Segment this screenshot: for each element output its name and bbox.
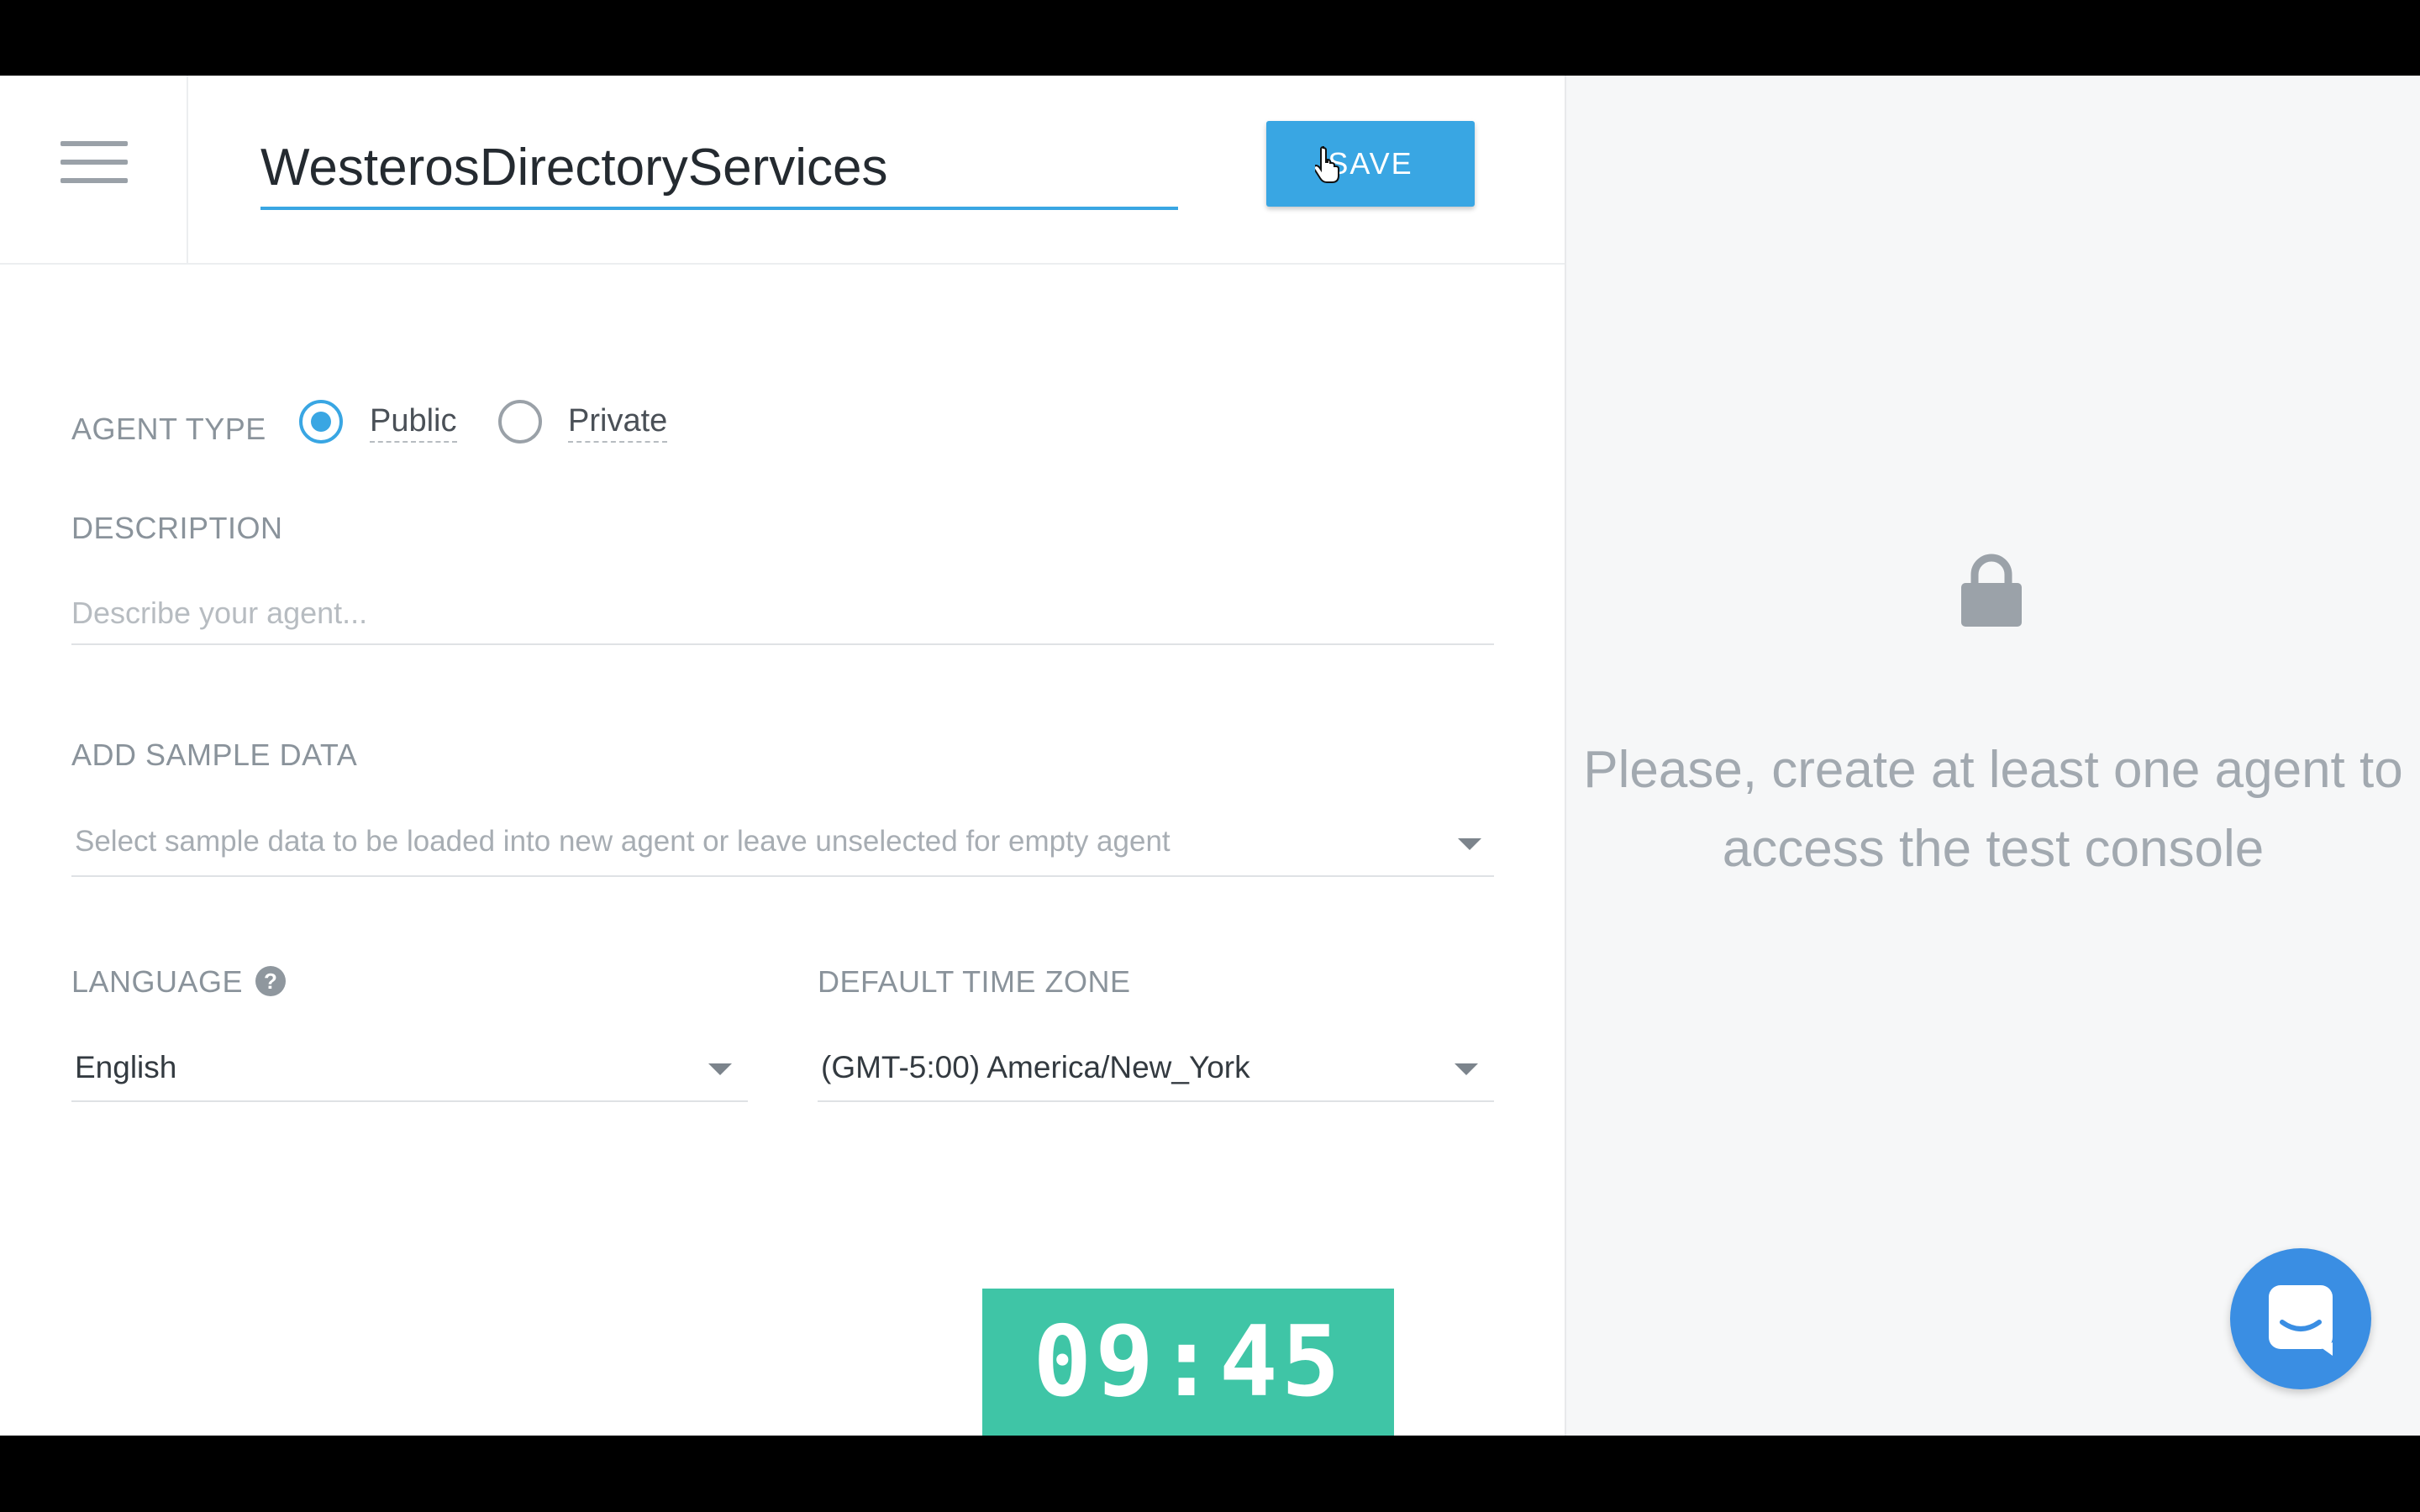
agent-type-label: AGENT TYPE	[71, 412, 266, 446]
help-icon[interactable]: ?	[255, 966, 286, 996]
menu-icon[interactable]	[60, 141, 128, 185]
sample-data-placeholder: Select sample data to be loaded into new…	[75, 825, 1171, 858]
time-zone-label: DEFAULT TIME ZONE	[818, 964, 1131, 999]
chevron-down-icon	[1458, 838, 1481, 850]
language-select[interactable]: English	[71, 1038, 748, 1102]
time-zone-select[interactable]: (GMT-5:00) America/New_York	[818, 1038, 1494, 1102]
language-label: LANGUAGE	[71, 964, 244, 999]
lock-icon	[1961, 554, 2022, 627]
language-value: English	[75, 1050, 177, 1084]
chat-icon	[2269, 1285, 2333, 1356]
timer-overlay: 09:45	[982, 1289, 1394, 1436]
chevron-down-icon	[1455, 1063, 1478, 1075]
radio-public[interactable]	[299, 400, 343, 444]
sample-data-label: ADD SAMPLE DATA	[71, 738, 358, 772]
sample-data-select[interactable]: Select sample data to be loaded into new…	[71, 813, 1494, 877]
time-zone-value: (GMT-5:00) America/New_York	[821, 1050, 1250, 1084]
editor-header: SAVE	[0, 76, 1565, 265]
description-input[interactable]	[71, 583, 1494, 645]
agent-name-input[interactable]	[260, 128, 1178, 210]
chat-button[interactable]	[2230, 1248, 2371, 1389]
agent-editor-panel: SAVE AGENT TYPE Public Private DESCRIPTI…	[0, 76, 1566, 1436]
app-window: SAVE AGENT TYPE Public Private DESCRIPTI…	[0, 76, 2420, 1436]
save-button[interactable]: SAVE	[1266, 121, 1475, 207]
chevron-down-icon	[708, 1063, 732, 1075]
description-label: DESCRIPTION	[71, 511, 283, 545]
letterbox-top	[0, 0, 2420, 76]
cursor-icon	[1315, 146, 1339, 183]
console-message: Please, create at least one agent to acc…	[1583, 741, 2403, 878]
menu-cell	[0, 76, 188, 263]
letterbox-bottom	[0, 1436, 2420, 1512]
radio-private-label[interactable]: Private	[568, 403, 668, 443]
radio-public-label[interactable]: Public	[370, 403, 457, 443]
radio-private[interactable]	[498, 400, 542, 444]
test-console-panel: Please, create at least one agent to acc…	[1566, 76, 2420, 1436]
